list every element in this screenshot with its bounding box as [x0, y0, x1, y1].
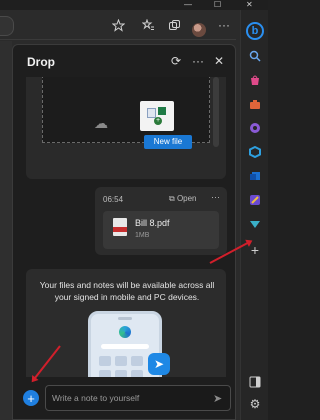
window-controls: — ☐ ✕: [0, 0, 268, 10]
browser-window: — ☐ ✕ ··· b + ⚙ Drop ⟳ ··· ✕ ☁ + New fil…: [0, 0, 268, 420]
upload-card: ☁ + New file: [26, 77, 226, 179]
send-icon[interactable]: ➤: [213, 392, 222, 405]
plus-icon: +: [154, 117, 162, 125]
page-content-edge: [0, 41, 12, 420]
more-options-icon[interactable]: ···: [216, 17, 232, 33]
address-bar[interactable]: [0, 16, 14, 36]
refresh-icon[interactable]: ⟳: [169, 54, 183, 68]
open-button[interactable]: ⧉ Open: [169, 194, 197, 204]
close-icon[interactable]: ✕: [212, 54, 226, 68]
office-icon[interactable]: [247, 144, 263, 160]
note-input[interactable]: [45, 385, 231, 411]
close-window-button[interactable]: ✕: [246, 1, 253, 9]
settings-gear-icon[interactable]: ⚙: [247, 396, 263, 412]
outlook-icon[interactable]: [247, 168, 263, 184]
file-message: 06:54 ⧉ Open ··· Bill 8.pdf 1MB: [95, 187, 227, 255]
pdf-file-icon: [113, 218, 127, 236]
message-time: 06:54: [103, 195, 124, 204]
drop-zone[interactable]: [42, 77, 210, 143]
info-text: Your files and notes will be available a…: [39, 280, 215, 302]
browser-toolbar: ···: [0, 10, 236, 40]
tools-icon[interactable]: [247, 96, 263, 112]
favorites-icon[interactable]: [140, 17, 156, 33]
composer: + ➤: [13, 383, 235, 413]
panel-title: Drop: [27, 55, 55, 69]
edge-logo-icon: [119, 326, 131, 338]
file-size: 1MB: [135, 232, 150, 239]
designer-icon[interactable]: [247, 192, 263, 208]
star-add-icon[interactable]: [110, 17, 126, 33]
file-attachment[interactable]: Bill 8.pdf 1MB: [103, 211, 219, 249]
maximize-button[interactable]: ☐: [214, 1, 221, 9]
excel-icon: [158, 107, 166, 115]
drop-icon[interactable]: [247, 216, 263, 232]
search-icon[interactable]: [247, 48, 263, 64]
copilot-icon[interactable]: b: [246, 22, 264, 40]
collections-icon[interactable]: [166, 17, 182, 33]
message-list[interactable]: ☁ + New file 06:54 ⧉ Open ··· Bill 8.pdf…: [13, 77, 235, 377]
sync-info-card: Your files and notes will be available a…: [26, 269, 226, 377]
open-label: Open: [176, 194, 197, 203]
document-icon: [147, 108, 156, 118]
file-name: Bill 8.pdf: [135, 218, 170, 228]
profile-avatar[interactable]: [192, 23, 206, 37]
more-options-icon[interactable]: ···: [191, 54, 205, 68]
open-external-icon: ⧉: [169, 194, 177, 203]
cloud-upload-icon: ☁: [94, 115, 108, 131]
drop-panel-header: Drop ⟳ ··· ✕: [13, 45, 235, 77]
games-icon[interactable]: [247, 120, 263, 136]
scrollbar[interactable]: [213, 77, 219, 147]
minimize-button[interactable]: —: [184, 1, 192, 9]
send-illustration-icon: ➤: [148, 353, 170, 375]
add-attachment-button[interactable]: +: [23, 390, 39, 406]
shopping-icon[interactable]: [247, 72, 263, 88]
new-file-button[interactable]: New file: [144, 135, 192, 149]
layout-icon[interactable]: [247, 374, 263, 390]
edge-sidebar: b + ⚙: [240, 10, 268, 420]
message-more-icon[interactable]: ···: [211, 192, 220, 202]
new-file-preview: +: [140, 101, 174, 131]
